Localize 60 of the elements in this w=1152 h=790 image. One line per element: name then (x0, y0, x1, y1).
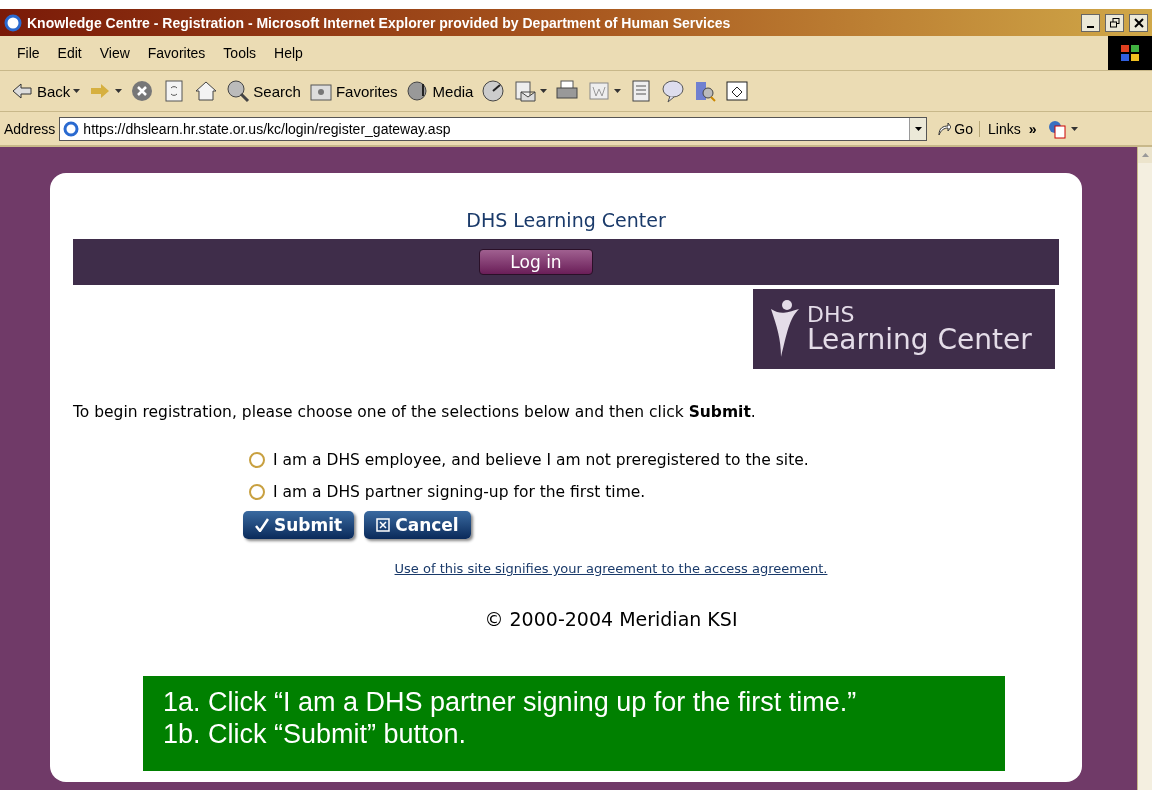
logo-text: DHS (807, 304, 856, 326)
menu-item[interactable]: Tools (214, 45, 266, 61)
curved-arrow-icon (937, 121, 952, 136)
books-magnifier-icon[interactable] (693, 79, 718, 103)
clock-icon[interactable] (481, 79, 506, 103)
menu-item[interactable]: Help (265, 45, 312, 61)
window-title: Knowledge Centre - Registration - Microsoft Internet Explorer provided by Department of Human Services (27, 14, 732, 31)
site-heading: DHS Learning Center (465, 209, 667, 231)
up-caret-icon (1141, 153, 1149, 157)
dropdown-caret-icon[interactable] (540, 89, 548, 93)
minimize-button[interactable] (1081, 13, 1100, 32)
dropdown-caret-icon[interactable] (73, 89, 81, 93)
restore-button[interactable] (1105, 13, 1124, 32)
speech-bubble-icon[interactable] (661, 79, 686, 103)
more-links-chevron[interactable]: » (1028, 120, 1037, 137)
close-box-icon (376, 518, 391, 532)
close-icon (1133, 17, 1144, 28)
browser-logo-icon (4, 13, 22, 32)
check-icon (255, 518, 269, 532)
address-field[interactable]: https://dhslearn.hr.state.or.us/kc/login/register_gateway.asp (59, 116, 928, 141)
caret-icon (914, 126, 922, 131)
close-button[interactable] (1129, 13, 1148, 32)
instruction-text: To begin registration, please choose one of the selections below and then click Submit. (73, 403, 757, 421)
toolbar-label[interactable]: Back (37, 82, 71, 100)
search-icon[interactable] (226, 79, 251, 103)
callout-text: 1b. Click “Submit” button. (163, 718, 468, 751)
windows-logo (1108, 36, 1152, 70)
menu-item[interactable]: View (90, 45, 139, 61)
home-icon[interactable] (194, 79, 219, 103)
option-label[interactable]: I am a DHS employee, and believe I am not preregistered to the site. (273, 451, 809, 469)
window-icon[interactable] (725, 79, 750, 103)
stop-icon[interactable] (130, 79, 155, 103)
login-button[interactable]: Log in (479, 249, 593, 275)
radio-button[interactable] (249, 484, 265, 500)
links-label[interactable]: Links (984, 120, 1025, 137)
toolbar-label[interactable]: Media (432, 82, 474, 100)
menu-item[interactable]: Favorites (138, 45, 215, 61)
cancel-button[interactable]: Cancel (364, 511, 471, 539)
radio-button[interactable] (249, 452, 265, 468)
callout-text: 1a. Click “I am a DHS partner signing up for the first time.” (163, 686, 858, 719)
scrollbar[interactable] (1137, 147, 1152, 790)
agreement-link[interactable]: Use of this site signifies your agreement to the access agreement. (394, 561, 828, 576)
menu-item[interactable]: File (8, 45, 49, 61)
restore-icon (1109, 17, 1120, 28)
dropdown-caret-icon[interactable] (614, 89, 622, 93)
dropdown-caret-icon[interactable] (115, 89, 123, 93)
address-label: Address (4, 120, 56, 137)
menu-item[interactable]: Edit (48, 45, 91, 61)
toolbar-label[interactable]: Search (253, 82, 301, 100)
go-button[interactable]: Go (931, 120, 981, 137)
page-icon (63, 120, 80, 137)
toolbar-label[interactable]: Favorites (335, 82, 398, 100)
dropdown-button[interactable] (909, 117, 927, 140)
copyright-text: © 2000-2004 Meridian KSI (484, 608, 738, 630)
option-label[interactable]: I am a DHS partner signing-up for the first time. (273, 483, 646, 501)
minimize-icon (1087, 25, 1094, 28)
logo-text: Learning Center (807, 326, 1032, 354)
submit-button[interactable]: Submit (243, 511, 355, 539)
dropdown-caret-icon[interactable] (1070, 126, 1078, 131)
mail-icon[interactable] (513, 79, 538, 103)
